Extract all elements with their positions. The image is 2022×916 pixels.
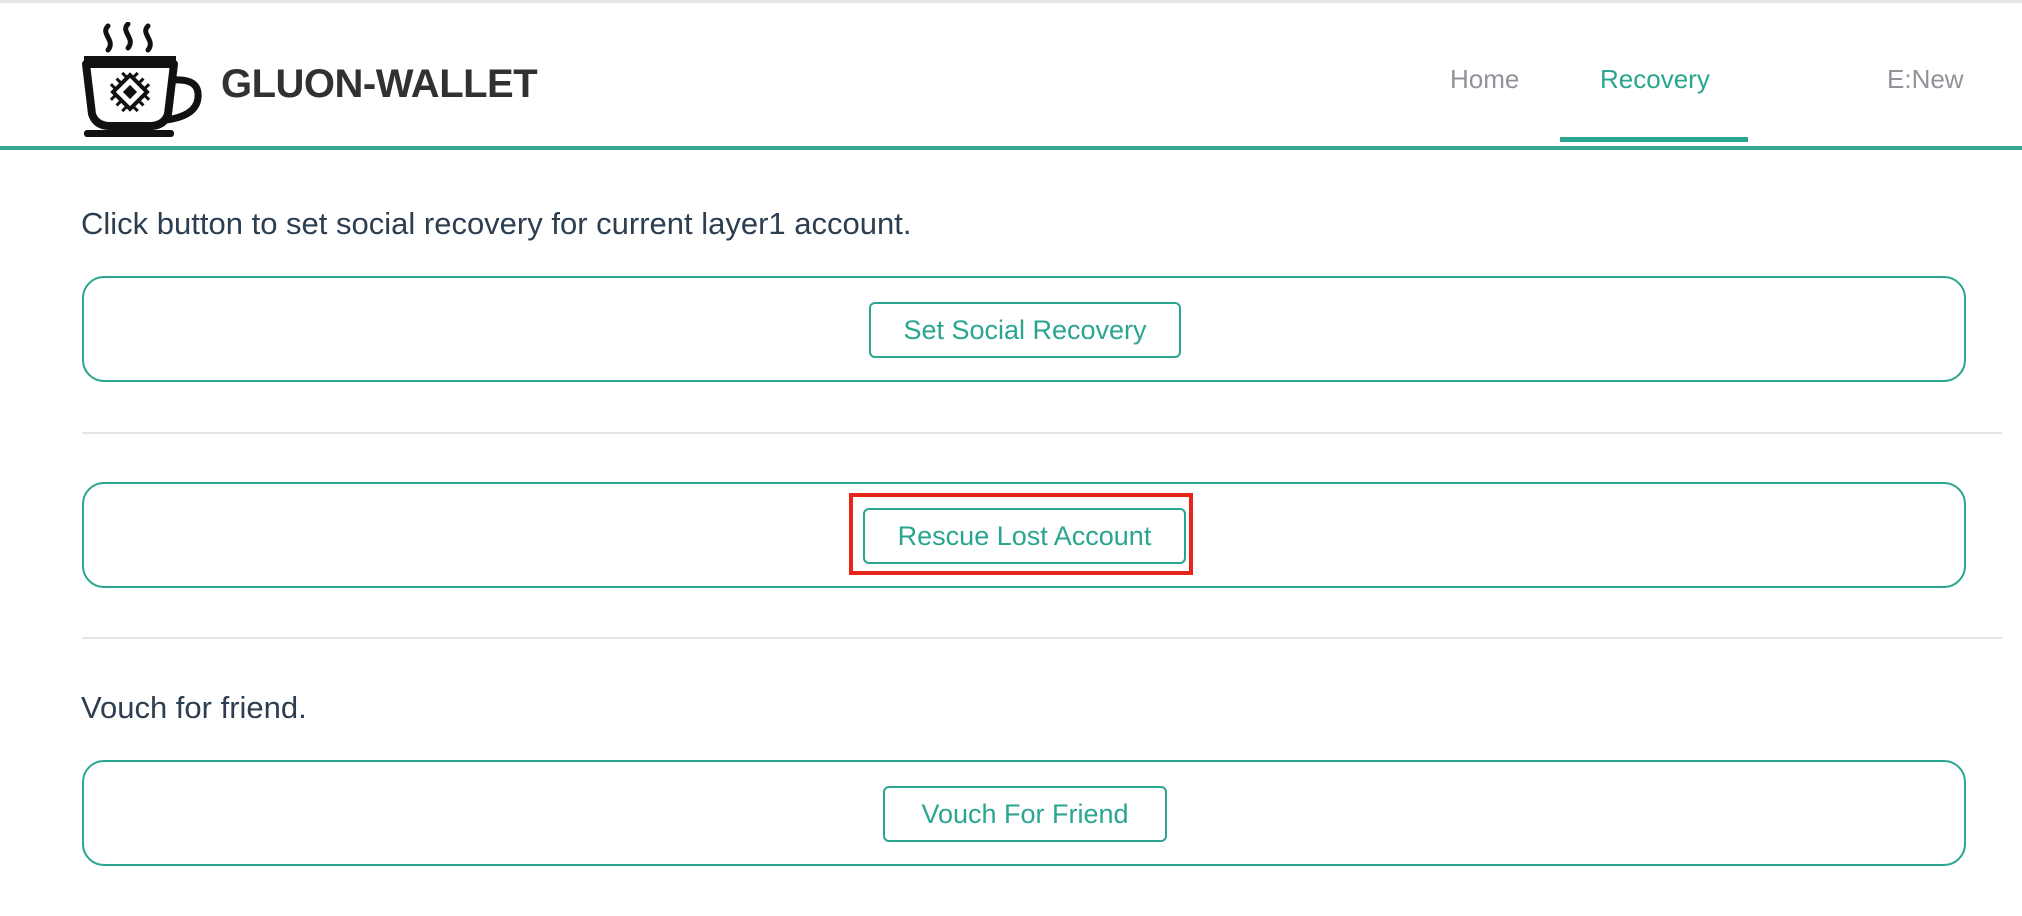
nav-home[interactable]: Home [1450, 64, 1519, 95]
section-divider [82, 432, 2002, 434]
social-recovery-description: Click button to set social recovery for … [81, 206, 912, 241]
active-tab-indicator [1560, 137, 1748, 142]
vouch-for-friend-card: Vouch For Friend [82, 760, 1966, 866]
section-divider [82, 637, 2002, 639]
selection-highlight [849, 493, 1193, 575]
nav-recovery[interactable]: Recovery [1600, 64, 1710, 95]
nav-account[interactable]: E:New [1887, 64, 1964, 95]
set-social-recovery-card: Set Social Recovery [82, 276, 1966, 382]
set-social-recovery-button[interactable]: Set Social Recovery [869, 302, 1181, 358]
coffee-cup-chip-icon [82, 22, 202, 137]
vouch-description: Vouch for friend. [81, 690, 307, 725]
app-header: GLUON-WALLET Home Recovery E:New [0, 0, 2022, 150]
vouch-for-friend-button[interactable]: Vouch For Friend [883, 786, 1167, 842]
brand-name: GLUON-WALLET [221, 62, 538, 106]
